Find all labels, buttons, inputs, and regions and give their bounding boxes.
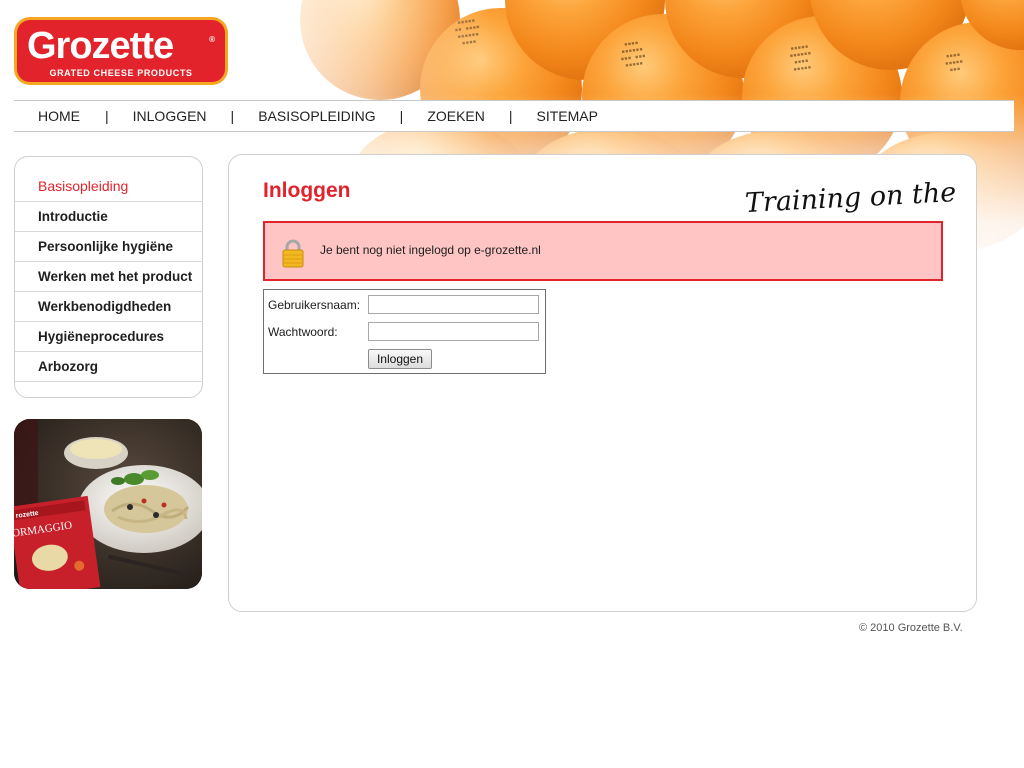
nav-inloggen-link[interactable]: INLOGGEN bbox=[133, 108, 207, 124]
logo-registered-mark: ® bbox=[209, 35, 215, 44]
sidebar-item-hygieneprocedures[interactable]: Hygiëneprocedures bbox=[15, 322, 202, 352]
nav-separator: | bbox=[105, 108, 109, 124]
product-photo: rozette ORMAGGIO bbox=[14, 419, 202, 589]
username-input[interactable] bbox=[368, 295, 539, 314]
sidebar-item-basisopleiding[interactable]: Basisopleiding bbox=[15, 171, 202, 202]
nav-home-link[interactable]: HOME bbox=[38, 108, 80, 124]
top-navigation: HOME | INLOGGEN | BASISOPLEIDING | ZOEKE… bbox=[14, 100, 1014, 132]
sidebar-item-introductie[interactable]: Introductie bbox=[15, 202, 202, 232]
logo-badge: Grozette ® GRATED CHEESE PRODUCTS bbox=[17, 20, 225, 82]
logo-wordmark: Grozette bbox=[27, 25, 174, 67]
grozette-logo[interactable]: Grozette ® GRATED CHEESE PRODUCTS bbox=[14, 17, 228, 85]
username-label: Gebruikersnaam: bbox=[268, 298, 361, 312]
nav-zoeken-link[interactable]: ZOEKEN bbox=[427, 108, 485, 124]
lock-icon bbox=[282, 239, 304, 268]
page-title: Inloggen bbox=[263, 179, 351, 202]
sidebar-item-arbozorg[interactable]: Arbozorg bbox=[15, 352, 202, 382]
login-form: Gebruikersnaam: Wachtwoord: Inloggen bbox=[263, 289, 546, 374]
nav-separator: | bbox=[399, 108, 404, 124]
sidebar-item-werken-met-het-product[interactable]: Werken met het product bbox=[15, 262, 202, 292]
tagline-text: Training on the job bbox=[744, 174, 957, 219]
main-content-panel: Inloggen Training on the job Je bent nog… bbox=[228, 154, 977, 612]
pasta-dish-image: rozette ORMAGGIO bbox=[14, 419, 202, 589]
sidebar-menu: Basisopleiding Introductie Persoonlijke … bbox=[14, 156, 203, 398]
sidebar-item-persoonlijke-hygiene[interactable]: Persoonlijke hygiëne bbox=[15, 232, 202, 262]
nav-separator: | bbox=[230, 108, 235, 124]
password-label: Wachtwoord: bbox=[268, 325, 338, 339]
nav-sitemap-link[interactable]: SITEMAP bbox=[537, 108, 598, 124]
training-on-the-job-tagline: Training on the job bbox=[744, 174, 957, 219]
sidebar-item-werkbenodigdheden[interactable]: Werkbenodigdheden bbox=[15, 292, 202, 322]
nav-separator: | bbox=[508, 108, 513, 124]
footer-copyright: © 2010 Grozette B.V. bbox=[859, 622, 963, 634]
logo-subtitle: GRATED CHEESE PRODUCTS bbox=[49, 68, 193, 78]
login-button[interactable]: Inloggen bbox=[368, 349, 432, 369]
nav-basisopleiding-link[interactable]: BASISOPLEIDING bbox=[258, 108, 375, 124]
alert-message: Je bent nog niet ingelogd op e-grozette.… bbox=[320, 243, 541, 257]
not-logged-in-alert: Je bent nog niet ingelogd op e-grozette.… bbox=[263, 221, 943, 281]
password-input[interactable] bbox=[368, 322, 539, 341]
